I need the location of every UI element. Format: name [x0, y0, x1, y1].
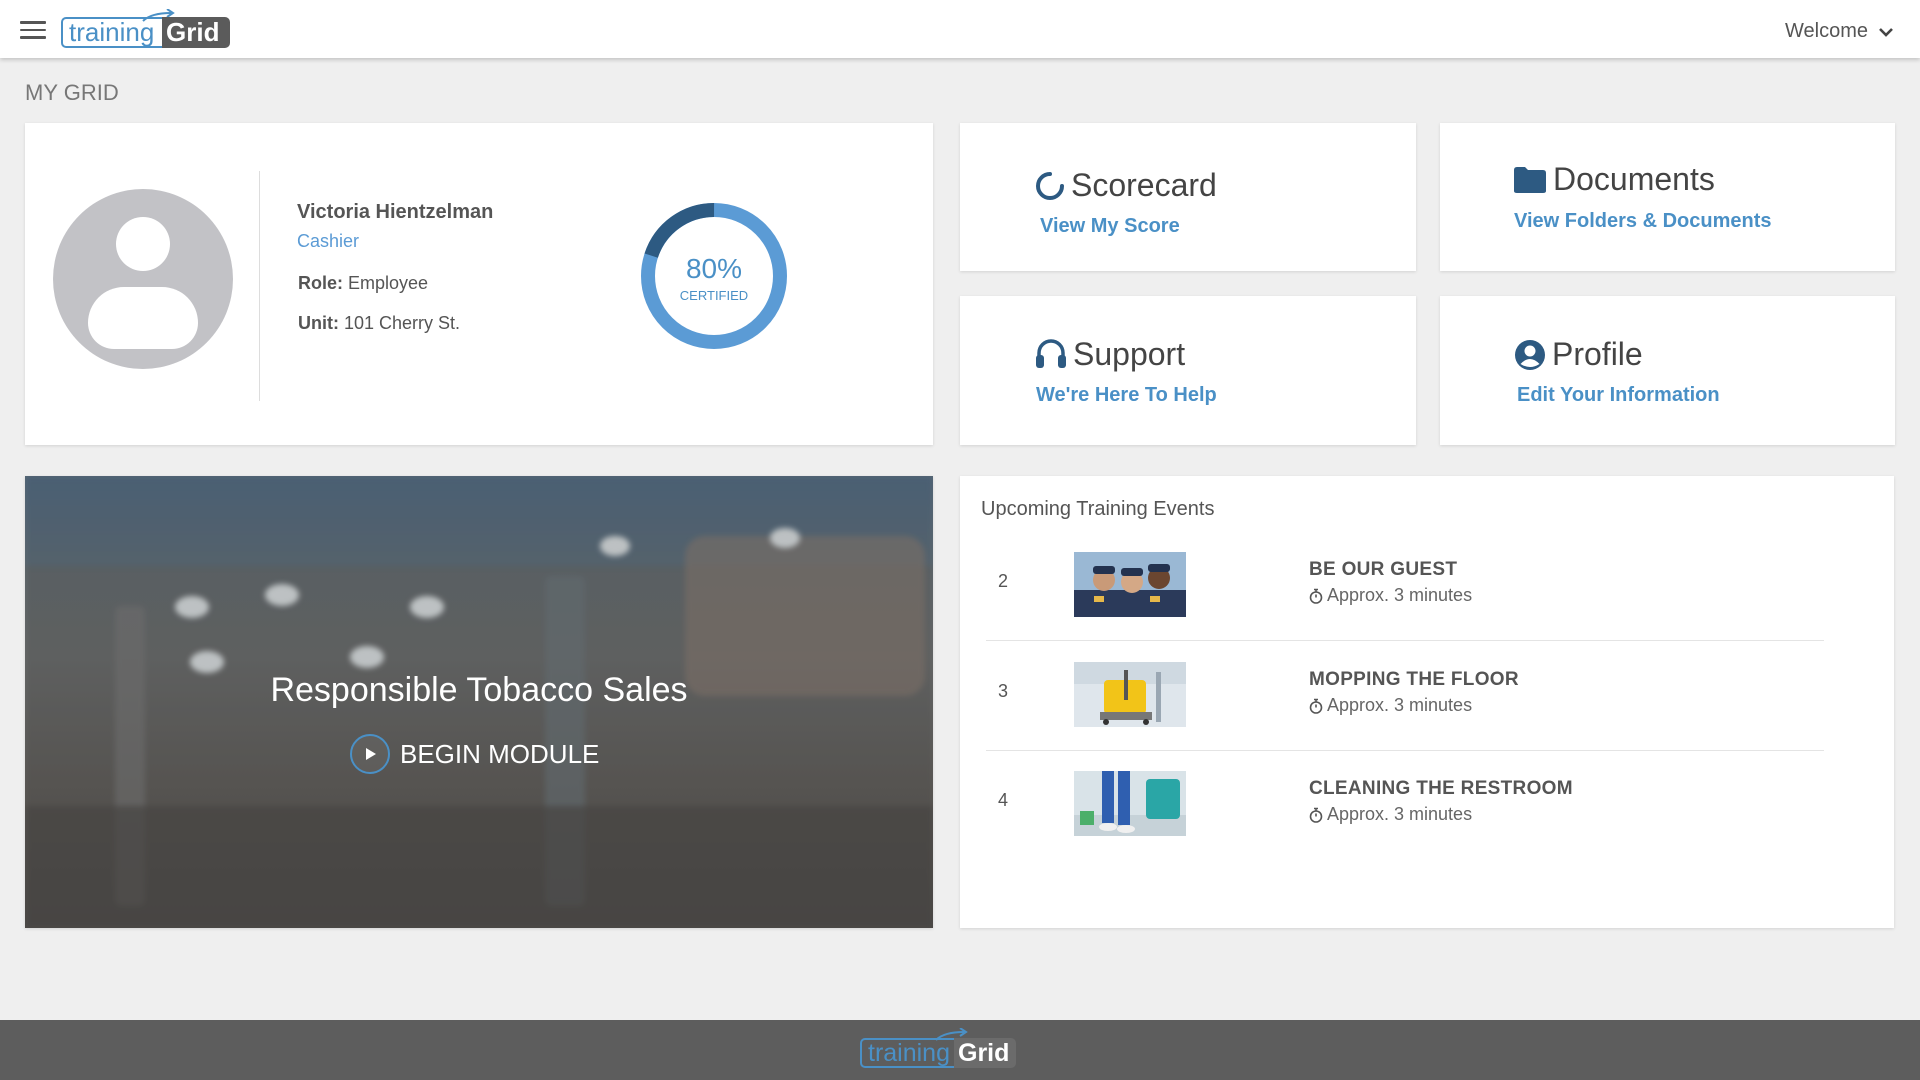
- documents-title-text: Documents: [1553, 161, 1715, 197]
- event-duration: Approx. 3 minutes: [1309, 804, 1472, 825]
- event-row[interactable]: 4 CLEANING THE RESTROOM Approx. 3 minute…: [986, 750, 1824, 860]
- unit-value: 101 Cherry St.: [344, 313, 461, 333]
- event-duration: Approx. 3 minutes: [1309, 585, 1472, 606]
- profile-tile[interactable]: Profile Edit Your Information: [1440, 296, 1895, 445]
- event-thumbnail-image: [1074, 552, 1186, 617]
- event-name: BE OUR GUEST: [1309, 559, 1458, 580]
- welcome-label: Welcome: [1785, 20, 1868, 42]
- footer-logo-training-text: training: [860, 1038, 960, 1068]
- featured-module-banner[interactable]: Responsible Tobacco Sales BEGIN MODULE: [25, 476, 933, 928]
- upcoming-training-events-panel: Upcoming Training Events 2 BE OUR GUEST …: [960, 476, 1894, 928]
- hamburger-menu-icon[interactable]: [20, 21, 46, 39]
- play-icon: [350, 734, 390, 774]
- page-title: MY GRID: [25, 80, 119, 105]
- event-number: 3: [998, 681, 1009, 701]
- certified-percent: 80%: [685, 253, 743, 284]
- circle-notch-icon: [1036, 171, 1064, 200]
- event-number: 2: [998, 571, 1009, 591]
- support-title-text: Support: [1073, 336, 1186, 372]
- footer-logo[interactable]: training Grid: [860, 1028, 1020, 1072]
- support-title: Support: [1035, 336, 1185, 373]
- begin-module-button[interactable]: BEGIN MODULE: [350, 734, 599, 774]
- chevron-down-icon: [1879, 27, 1893, 37]
- event-number: 4: [998, 790, 1009, 810]
- edit-your-information-link[interactable]: Edit Your Information: [1517, 384, 1720, 407]
- logo-training-text: training: [61, 17, 169, 48]
- event-name: CLEANING THE RESTROOM: [1309, 778, 1573, 799]
- footer-logo-grid-text: Grid: [954, 1038, 1016, 1068]
- stopwatch-icon: [1309, 588, 1323, 604]
- training-grid-logo[interactable]: training Grid: [61, 9, 231, 49]
- documents-tile[interactable]: Documents View Folders & Documents: [1440, 123, 1895, 271]
- role-label: Role:: [298, 273, 343, 293]
- event-row[interactable]: 3 MOPPING THE FLOOR Approx. 3 minutes: [986, 641, 1824, 751]
- avatar: [53, 189, 233, 369]
- person-unit: Unit: 101 Cherry St.: [298, 313, 460, 334]
- profile-title: Profile: [1514, 336, 1643, 373]
- welcome-dropdown[interactable]: Welcome: [1785, 20, 1894, 43]
- scorecard-title-text: Scorecard: [1071, 167, 1217, 203]
- stopwatch-icon: [1309, 807, 1323, 823]
- event-name: MOPPING THE FLOOR: [1309, 669, 1519, 690]
- folder-icon: [1514, 166, 1546, 193]
- logo-grid-text: Grid: [162, 17, 230, 48]
- person-job-title: Cashier: [297, 231, 360, 251]
- scorecard-tile[interactable]: Scorecard View My Score: [960, 123, 1416, 271]
- view-my-score-link[interactable]: View My Score: [1040, 215, 1180, 238]
- person-role: Role: Employee: [298, 273, 428, 294]
- top-navbar: training Grid Welcome: [0, 0, 1920, 58]
- view-folders-documents-link[interactable]: View Folders & Documents: [1514, 210, 1771, 233]
- events-title: Upcoming Training Events: [981, 498, 1215, 520]
- begin-module-label: BEGIN MODULE: [400, 738, 600, 769]
- user-circle-icon: [1515, 339, 1545, 370]
- event-duration-text: Approx. 3 minutes: [1327, 804, 1473, 824]
- documents-title: Documents: [1513, 161, 1715, 198]
- were-here-to-help-link[interactable]: We're Here To Help: [1036, 384, 1217, 407]
- support-tile[interactable]: Support We're Here To Help: [960, 296, 1416, 445]
- divider: [259, 171, 260, 401]
- stopwatch-icon: [1309, 698, 1323, 714]
- profile-summary-card: Victoria Hientzelman Cashier Role: Emplo…: [25, 123, 933, 445]
- person-name: Victoria Hientzelman: [297, 201, 494, 223]
- event-duration-text: Approx. 3 minutes: [1327, 585, 1473, 605]
- profile-title-text: Profile: [1552, 336, 1643, 372]
- event-thumbnail-image: [1074, 771, 1186, 836]
- headset-icon: [1036, 338, 1066, 368]
- scorecard-title: Scorecard: [1035, 167, 1217, 204]
- event-row[interactable]: 2 BE OUR GUEST Approx. 3 minutes: [986, 531, 1824, 641]
- certified-label: CERTIFIED: [679, 288, 749, 303]
- event-duration-text: Approx. 3 minutes: [1327, 695, 1473, 715]
- footer: training Grid: [0, 1020, 1920, 1080]
- module-title: Responsible Tobacco Sales: [270, 671, 688, 709]
- event-duration: Approx. 3 minutes: [1309, 695, 1472, 716]
- unit-label: Unit:: [298, 313, 339, 333]
- role-value: Employee: [348, 273, 429, 293]
- event-thumbnail-image: [1074, 662, 1186, 727]
